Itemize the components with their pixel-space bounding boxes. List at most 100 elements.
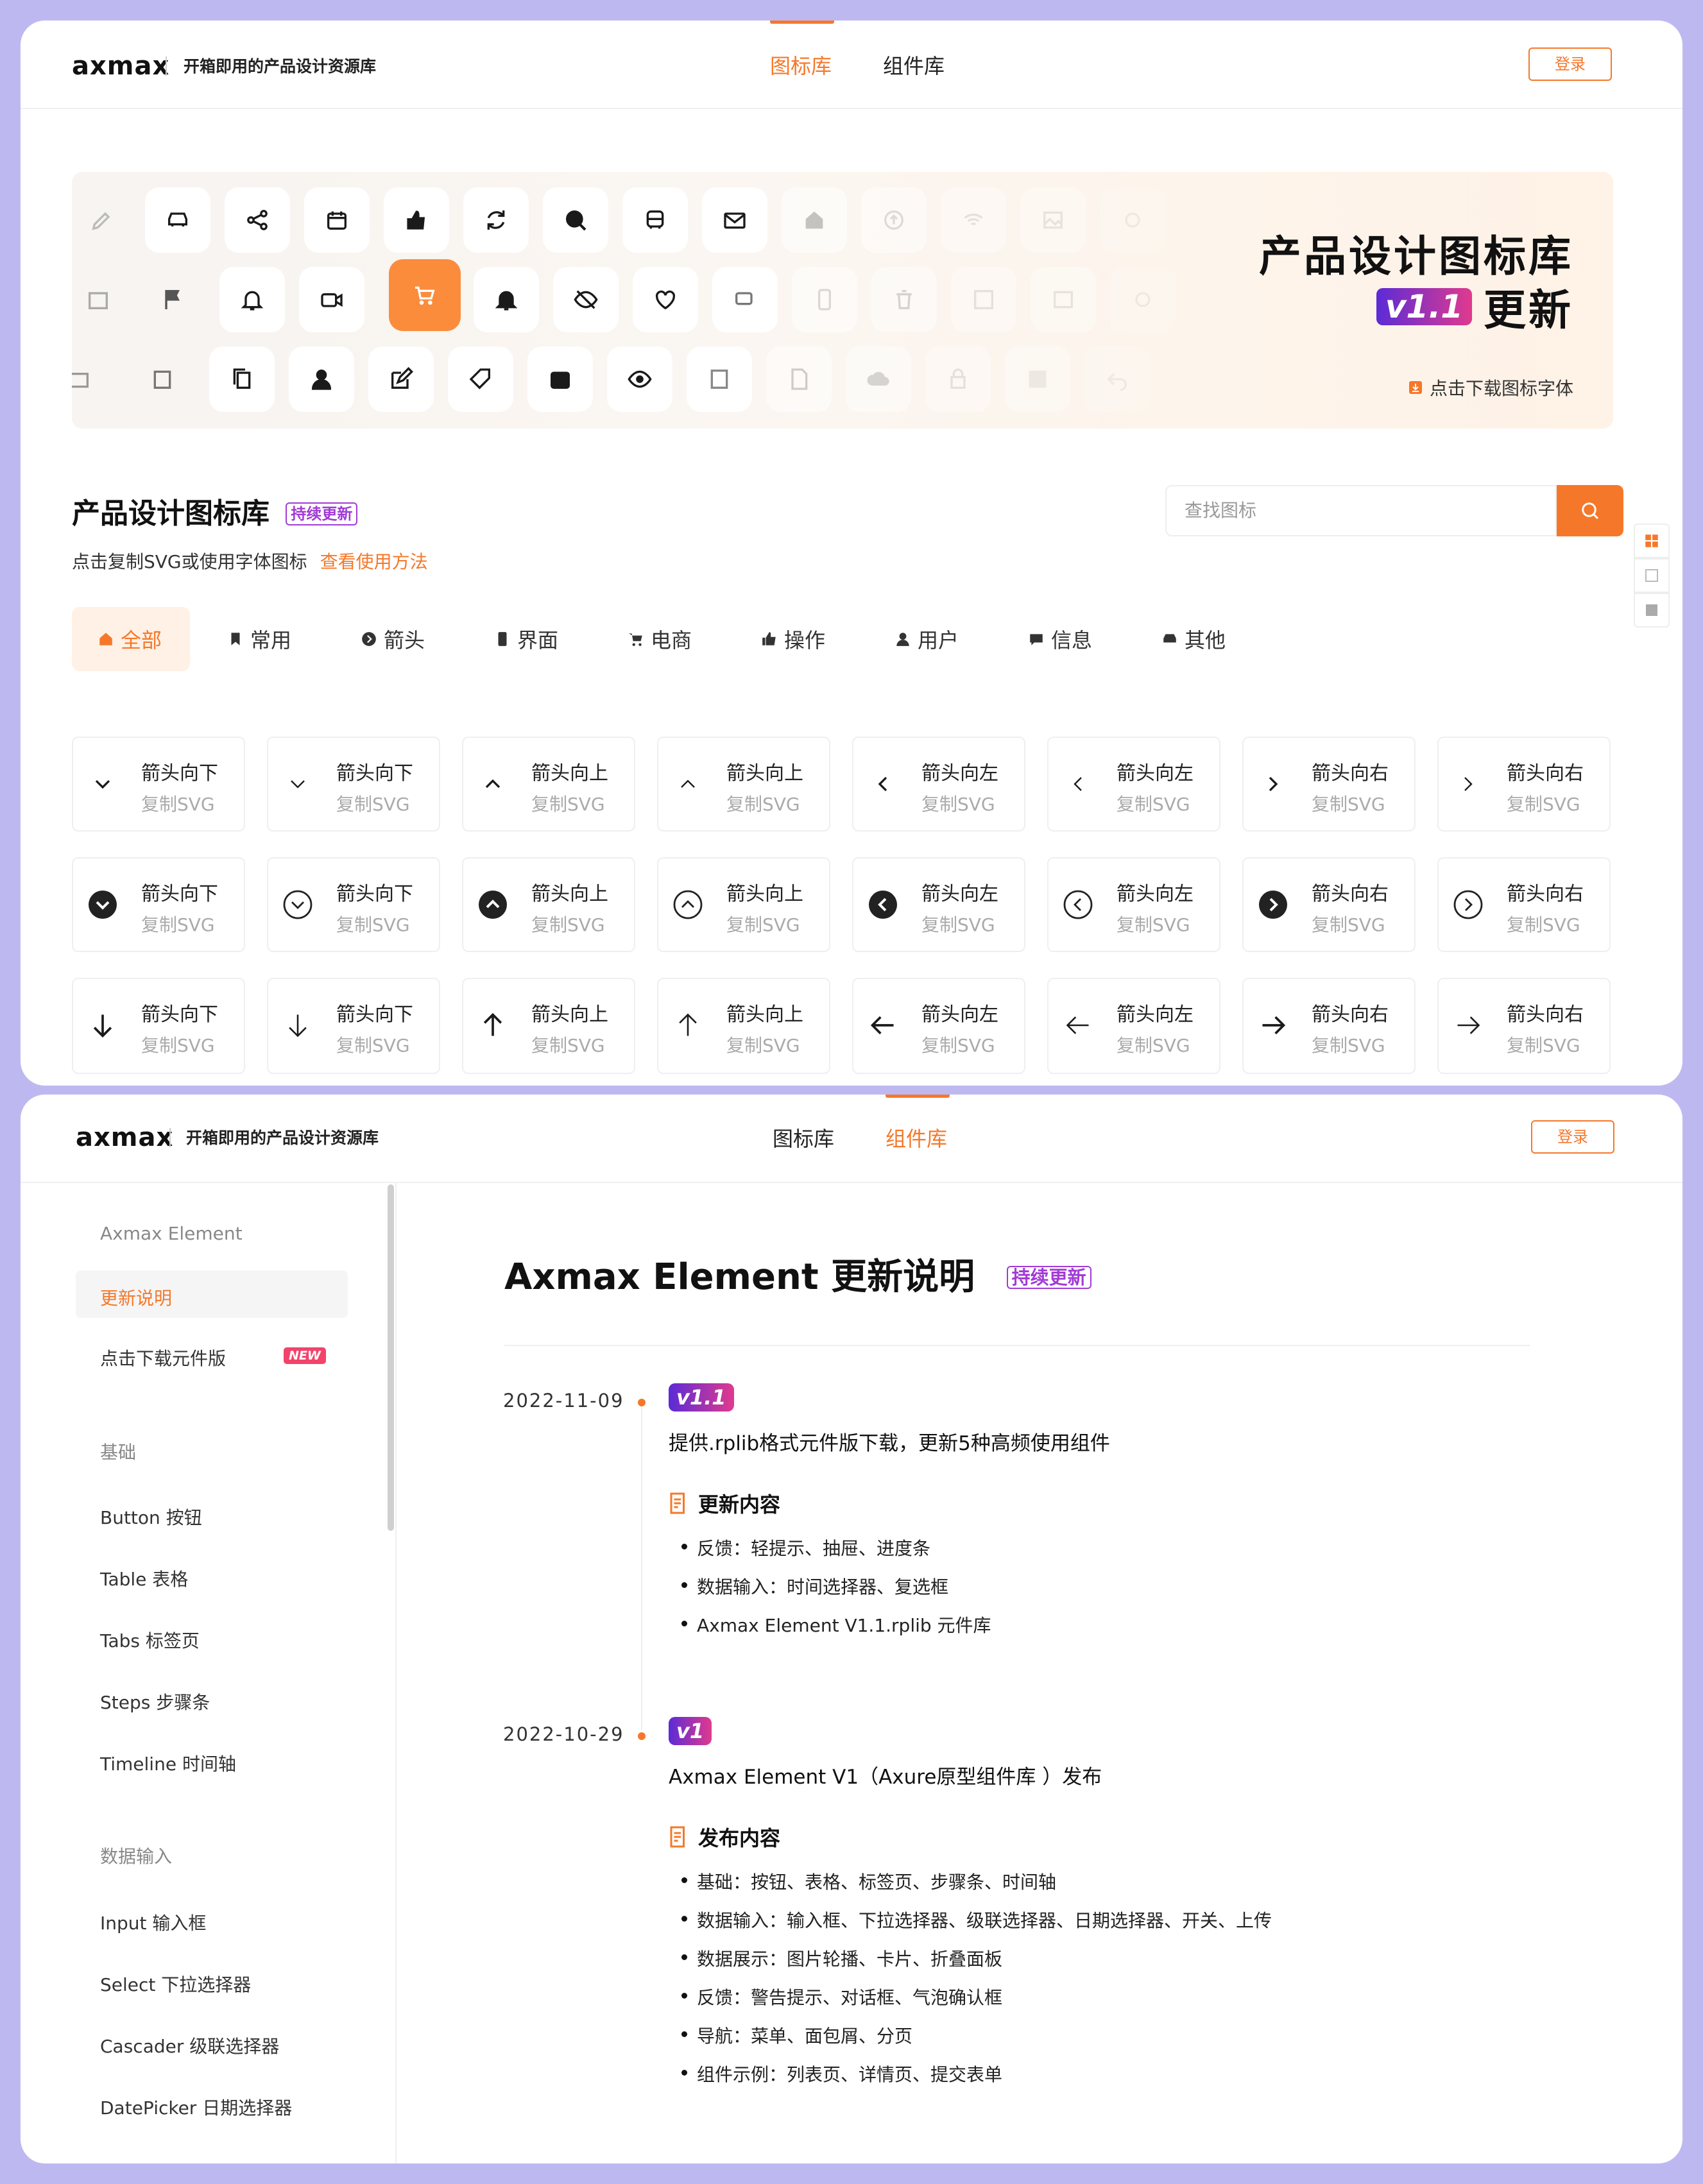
icon-card[interactable]: 箭头向下 复制SVG <box>267 737 440 832</box>
icon-card[interactable]: 箭头向左 复制SVG <box>852 978 1025 1074</box>
icon-card[interactable]: 箭头向右 复制SVG <box>1242 978 1416 1074</box>
sidebar-scrollbar[interactable] <box>388 1184 394 1531</box>
nav-components[interactable]: 组件库 <box>886 1123 947 1152</box>
sidebar-item[interactable]: Tabs 标签页 <box>100 1627 200 1653</box>
bell-icon <box>474 267 539 332</box>
bullet-item: Axmax Element V1.1.rplib 元件库 <box>681 1612 991 1637</box>
copy-svg-link[interactable]: 复制SVG <box>531 911 605 937</box>
copy-svg-link[interactable]: 复制SVG <box>726 911 800 937</box>
icon-card[interactable]: 箭头向左 复制SVG <box>1047 737 1220 832</box>
copy-svg-link[interactable]: 复制SVG <box>531 1032 605 1057</box>
icon-card[interactable]: 箭头向左 复制SVG <box>1047 978 1220 1074</box>
category-other[interactable]: 其他 <box>1161 607 1226 671</box>
icon-card[interactable]: 箭头向右 复制SVG <box>1437 857 1611 952</box>
sidebar-item[interactable]: Cascader 级联选择器 <box>100 2033 279 2058</box>
how-to-use-link[interactable]: 查看使用方法 <box>320 551 428 572</box>
video-icon <box>299 267 364 332</box>
icon-name: 箭头向上 <box>531 883 608 905</box>
sidebar-item[interactable]: Button 按钮 <box>100 1504 202 1530</box>
copy-svg-link[interactable]: 复制SVG <box>1507 1032 1580 1057</box>
copy-svg-link[interactable]: 复制SVG <box>141 790 215 816</box>
icon-card[interactable]: 箭头向上 复制SVG <box>462 978 635 1074</box>
copy-svg-link[interactable]: 复制SVG <box>1312 1032 1385 1057</box>
search-input[interactable]: 查找图标 <box>1165 485 1557 536</box>
copy-svg-link[interactable]: 复制SVG <box>141 1032 215 1057</box>
logo[interactable]: axmax <box>76 1123 173 1152</box>
copy-svg-link[interactable]: 复制SVG <box>336 911 410 937</box>
lock-icon <box>925 346 991 412</box>
copy-svg-link[interactable]: 复制SVG <box>531 790 605 816</box>
icon-card[interactable]: 箭头向右 复制SVG <box>1437 737 1611 832</box>
sidebar-item[interactable]: DatePicker 日期选择器 <box>100 2094 292 2120</box>
sidebar-item[interactable]: 更新说明 <box>100 1284 172 1310</box>
category-ecommerce[interactable]: 电商 <box>628 607 692 671</box>
icon-card[interactable]: 箭头向下 复制SVG <box>72 978 245 1074</box>
icon-card[interactable]: 箭头向下 复制SVG <box>267 978 440 1074</box>
bullet-item: 数据输入：时间选择器、复选框 <box>681 1573 948 1599</box>
copy-svg-link[interactable]: 复制SVG <box>1312 911 1385 937</box>
icon-card[interactable]: 箭头向左 复制SVG <box>852 737 1025 832</box>
page-title: Axmax Element 更新说明 持续更新 <box>504 1248 1091 1300</box>
category-arrow[interactable]: 箭头 <box>361 607 425 671</box>
nav-icons[interactable]: 图标库 <box>773 1123 834 1152</box>
copy-svg-link[interactable]: 复制SVG <box>1117 790 1190 816</box>
icon-card[interactable]: 箭头向下 复制SVG <box>72 737 245 832</box>
copy-svg-link[interactable]: 复制SVG <box>1507 790 1580 816</box>
category-interface[interactable]: 界面 <box>494 607 558 671</box>
icon-card[interactable]: 箭头向上 复制SVG <box>657 978 830 1074</box>
copy-svg-link[interactable]: 复制SVG <box>1507 911 1580 937</box>
icon-card[interactable]: 箭头向上 复制SVG <box>462 737 635 832</box>
icon-card[interactable]: 箭头向上 复制SVG <box>462 857 635 952</box>
copy-svg-link[interactable]: 复制SVG <box>336 1032 410 1057</box>
copy-svg-link[interactable]: 复制SVG <box>726 790 800 816</box>
compact-view-toggle[interactable] <box>1634 593 1670 627</box>
icon-card[interactable]: 箭头向下 复制SVG <box>267 857 440 952</box>
hero-banner[interactable]: 产品设计图标库 v1.1 更新 点击下载图标字体 <box>72 172 1613 429</box>
icon-card[interactable]: 箭头向上 复制SVG <box>657 737 830 832</box>
copy-svg-link[interactable]: 复制SVG <box>726 1032 800 1057</box>
copy-svg-link[interactable]: 复制SVG <box>336 790 410 816</box>
icon-card[interactable]: 箭头向右 复制SVG <box>1242 737 1416 832</box>
nav-icons[interactable]: 图标库 <box>770 50 832 80</box>
sidebar-item[interactable]: Select 下拉选择器 <box>100 1971 251 1997</box>
wallet-icon <box>527 346 593 412</box>
copy-svg-link[interactable]: 复制SVG <box>1117 911 1190 937</box>
logo[interactable]: axmax <box>72 51 169 81</box>
category-user[interactable]: 用户 <box>894 607 959 671</box>
category-operation[interactable]: 操作 <box>761 607 825 671</box>
sidebar-item[interactable]: 点击下载元件版 <box>100 1345 226 1370</box>
category-common[interactable]: 常用 <box>227 607 291 671</box>
category-message[interactable]: 信息 <box>1028 607 1092 671</box>
icon-card[interactable]: 箭头向右 复制SVG <box>1242 857 1416 952</box>
login-button[interactable]: 登录 <box>1528 47 1612 81</box>
sidebar <box>21 1183 397 2163</box>
icon-name: 箭头向左 <box>1117 762 1194 785</box>
copy-svg-link[interactable]: 复制SVG <box>921 911 995 937</box>
copy-svg-link[interactable]: 复制SVG <box>141 911 215 937</box>
copy-svg-link[interactable]: 复制SVG <box>1117 1032 1190 1057</box>
sidebar-item[interactable]: Steps 步骤条 <box>100 1689 210 1714</box>
sidebar-item[interactable]: Timeline 时间轴 <box>100 1750 236 1776</box>
arrow-up-icon <box>670 766 706 802</box>
settings-icon <box>1100 187 1165 253</box>
copy-svg-link[interactable]: 复制SVG <box>921 790 995 816</box>
list-view-toggle[interactable] <box>1634 558 1670 593</box>
icon-card[interactable]: 箭头向下 复制SVG <box>72 857 245 952</box>
icon-card[interactable]: 箭头向上 复制SVG <box>657 857 830 952</box>
section-subtitle-text: 点击复制SVG或使用字体图标 <box>72 551 307 572</box>
sidebar-item[interactable]: Input 输入框 <box>100 1909 206 1935</box>
grid-view-toggle[interactable] <box>1634 524 1670 558</box>
icon-card[interactable]: 箭头向左 复制SVG <box>852 857 1025 952</box>
sidebar-item[interactable]: Table 表格 <box>100 1565 188 1591</box>
category-all[interactable]: 全部 <box>72 607 190 671</box>
copy-svg-link[interactable]: 复制SVG <box>921 1032 995 1057</box>
nav-components[interactable]: 组件库 <box>883 50 945 80</box>
icon-card[interactable]: 箭头向左 复制SVG <box>1047 857 1220 952</box>
search-icon <box>1582 502 1599 520</box>
download-font-link[interactable]: 点击下载图标字体 <box>1408 375 1573 400</box>
copy-svg-link[interactable]: 复制SVG <box>1312 790 1385 816</box>
icon-card[interactable]: 箭头向右 复制SVG <box>1437 978 1611 1074</box>
login-button[interactable]: 登录 <box>1531 1120 1614 1154</box>
trash-icon <box>871 267 937 332</box>
search-button[interactable] <box>1557 485 1623 536</box>
